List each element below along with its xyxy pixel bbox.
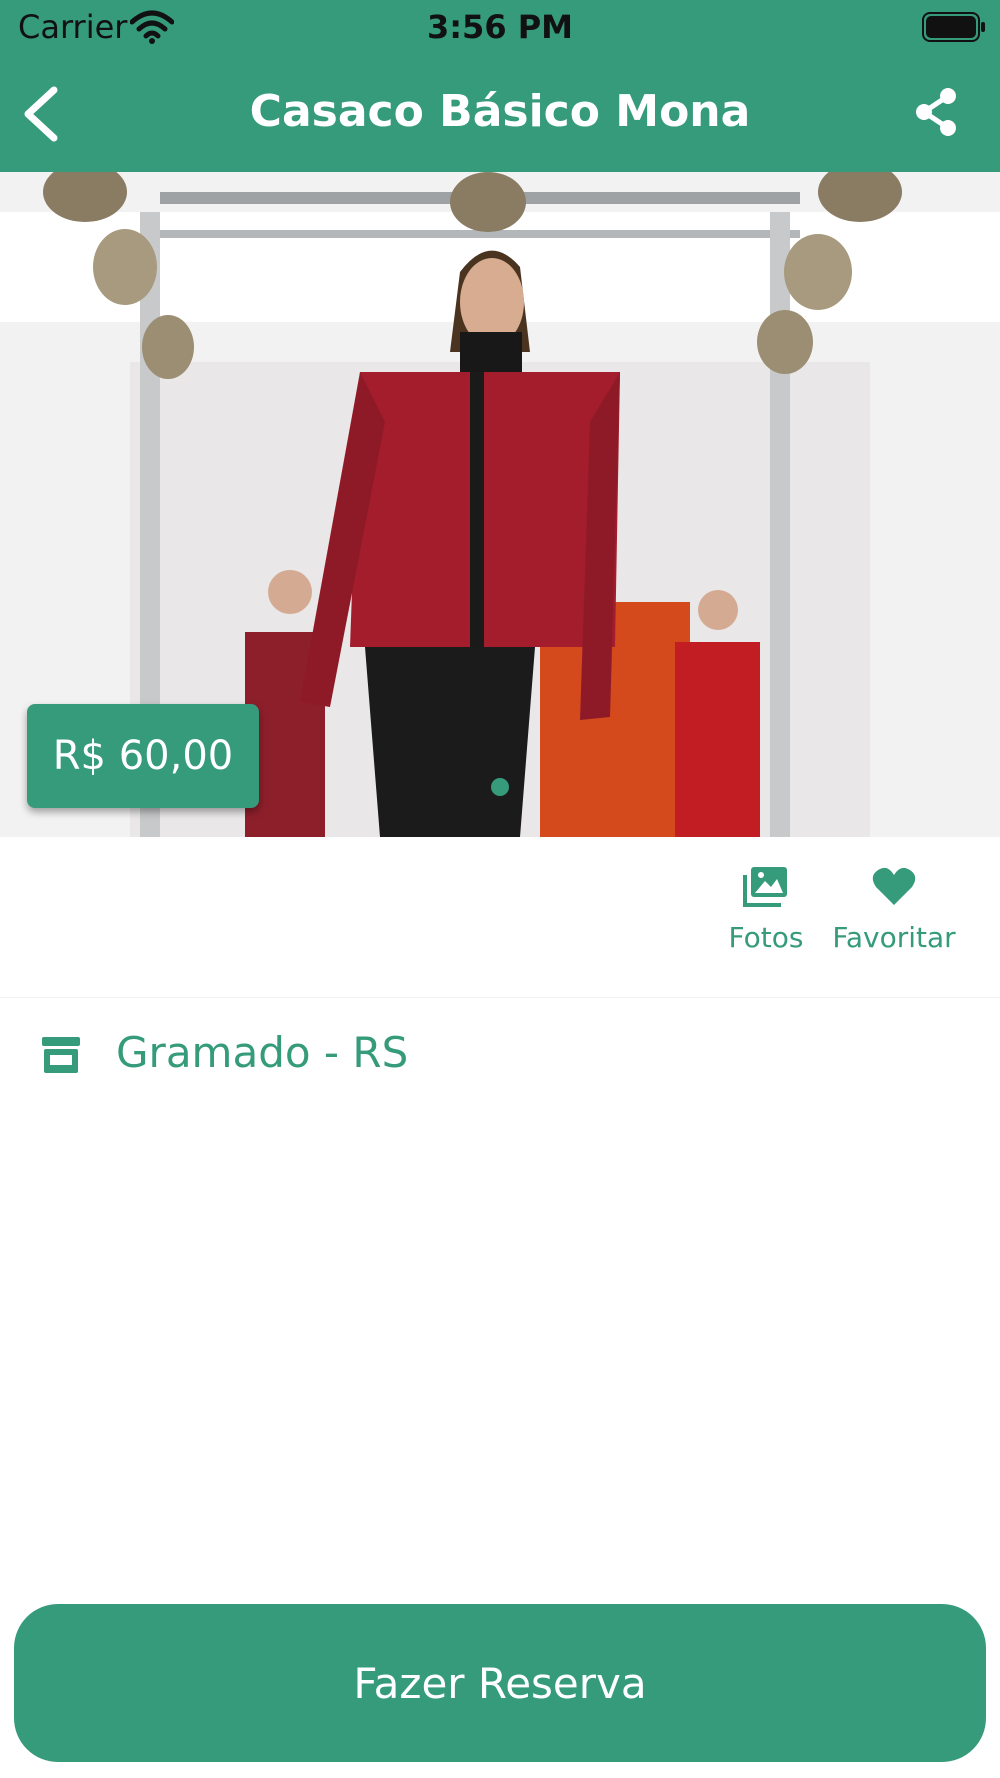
store-location-label: Gramado - RS [116, 1028, 409, 1077]
heart-icon [872, 867, 916, 905]
photos-button[interactable]: Fotos [716, 867, 816, 954]
price-badge: R$ 60,00 [27, 704, 259, 808]
status-time: 3:56 PM [426, 8, 574, 46]
favorite-label: Favoritar [832, 921, 956, 954]
battery-icon [922, 12, 985, 42]
favorite-button[interactable]: Favoritar [828, 867, 960, 954]
store-location-row: Gramado - RS [0, 1000, 1000, 1110]
page-title: Casaco Básico Mona [249, 86, 751, 137]
photo-gallery-icon [743, 867, 787, 907]
action-bar: Fotos Favoritar [0, 837, 1000, 998]
navigation-bar: Casaco Básico Mona [0, 56, 1000, 172]
make-reservation-button[interactable]: Fazer Reserva [14, 1604, 986, 1762]
carousel-page-indicator[interactable] [491, 778, 509, 796]
store-icon [42, 1037, 80, 1073]
share-button[interactable] [912, 86, 960, 138]
status-bar: Carrier 3:56 PM [0, 0, 1000, 56]
top-bar: Carrier 3:56 PM Casaco Básico Mona [0, 0, 1000, 172]
photos-label: Fotos [728, 921, 804, 954]
